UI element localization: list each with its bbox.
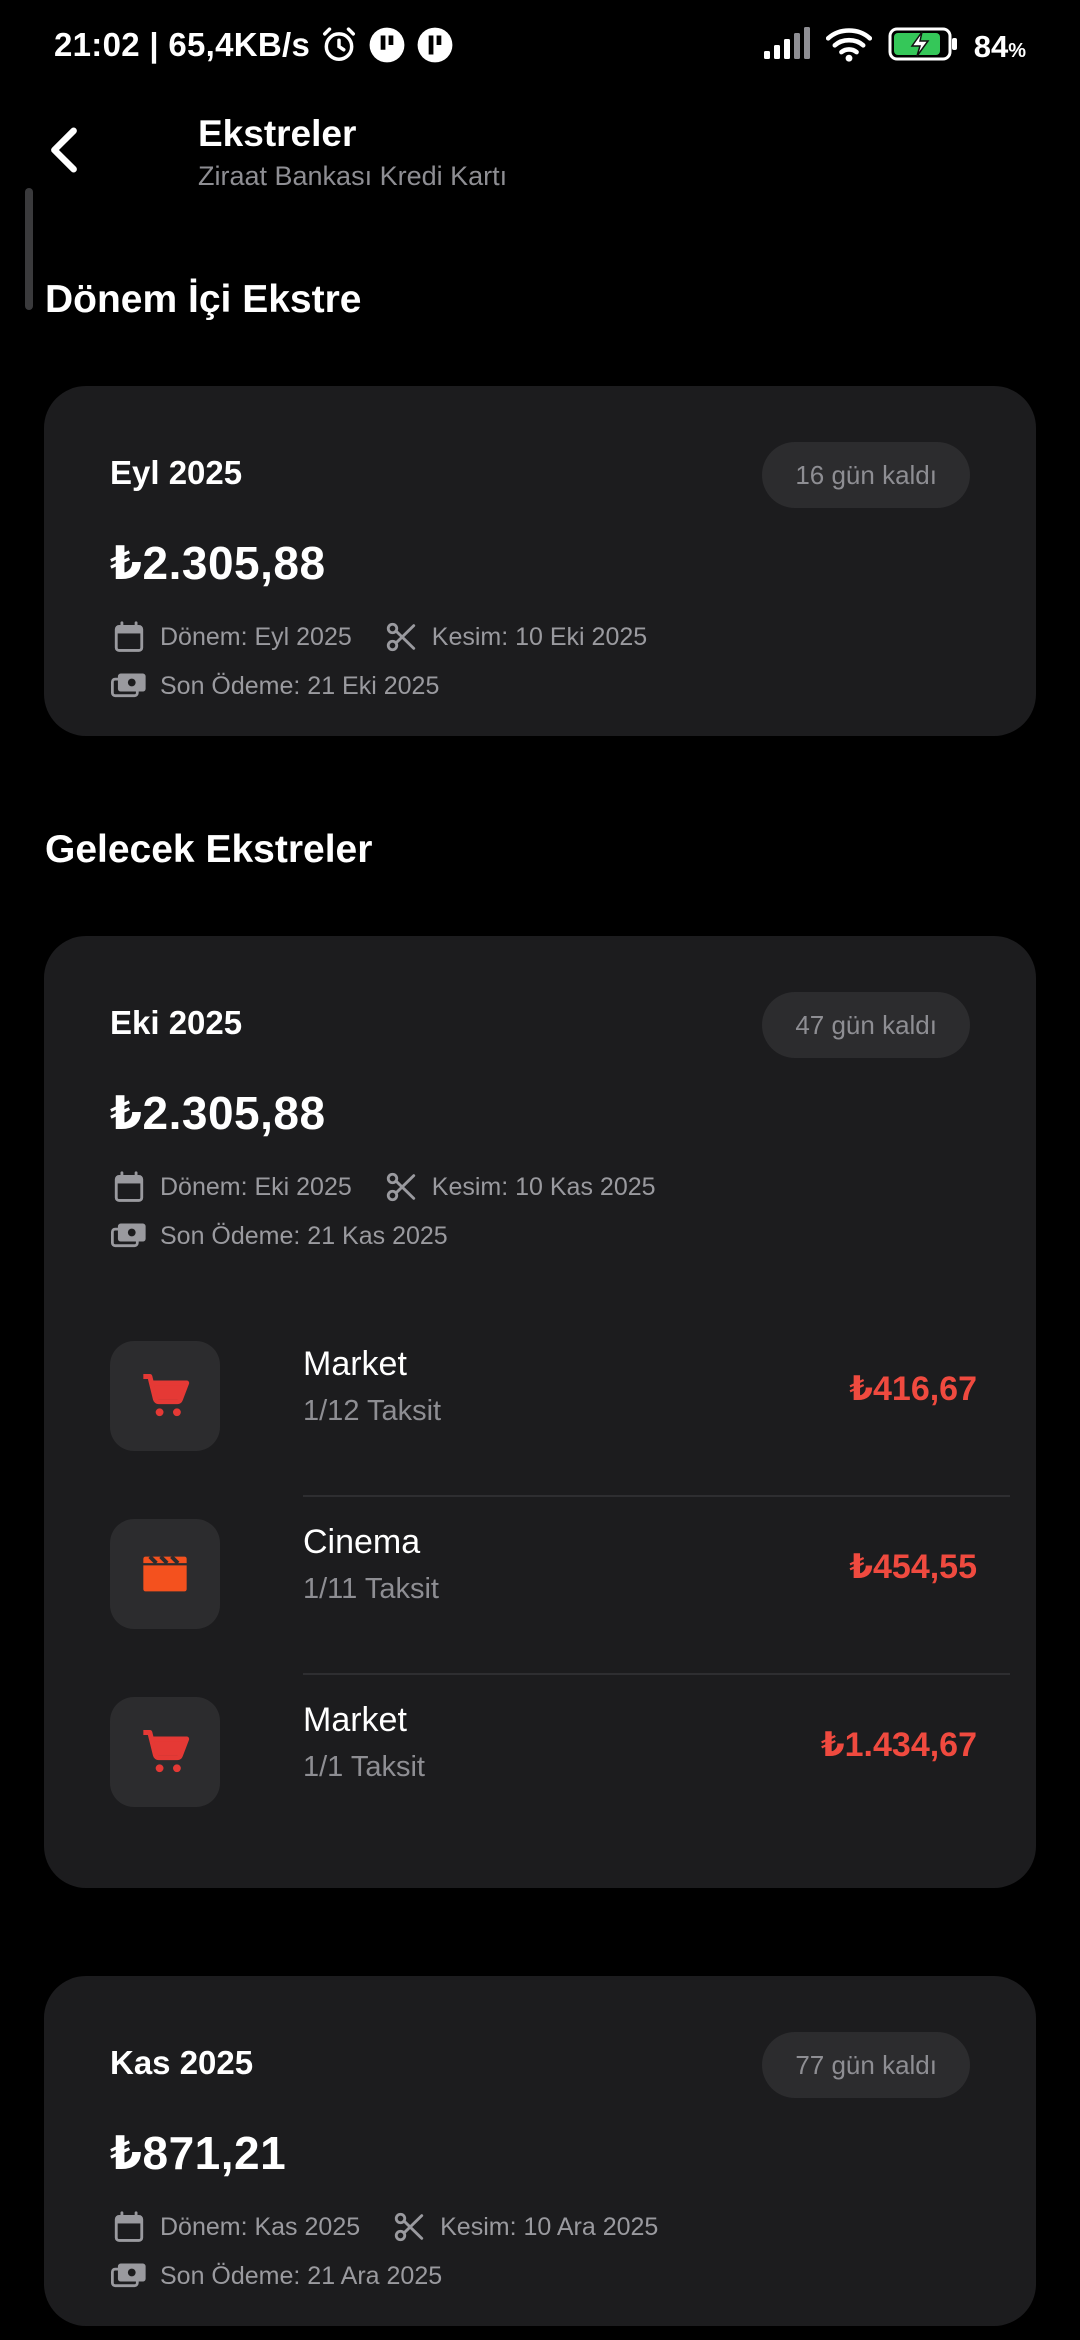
transaction-amount: ₺454,55 — [849, 1548, 977, 1586]
battery-level: 84% — [973, 28, 1026, 64]
cart-icon — [110, 1341, 220, 1451]
transaction-name: Cinema — [303, 1523, 421, 1561]
status-bar: 21:02 | 65,4KB/s 84% — [0, 0, 1080, 96]
scissors-icon — [390, 2208, 428, 2246]
app-notification-icon-2 — [416, 26, 454, 64]
statement-period-label: Dönem: Eyl 2025 — [160, 622, 352, 651]
current-statement-card[interactable]: Eyl 2025 16 gün kaldı ₺2.305,88 Dönem: E… — [44, 386, 1036, 736]
statement-cutoff-label: Kesim: 10 Kas 2025 — [431, 1172, 656, 1201]
signal-icon — [762, 27, 810, 66]
header: Ekstreler Ziraat Bankası Kredi Kartı — [198, 112, 507, 194]
statement-period: Eki 2025 — [110, 1004, 243, 1041]
wifi-icon — [825, 26, 872, 67]
status-time-speed: 21:02 | 65,4KB/s — [54, 26, 311, 63]
statement-period-label: Dönem: Kas 2025 — [160, 2212, 361, 2241]
days-left-badge: 77 gün kaldı — [762, 2032, 970, 2098]
calendar-icon — [110, 2208, 148, 2246]
statement-amount: ₺871,21 — [110, 2127, 287, 2179]
transaction-installment: 1/12 Taksit — [303, 1395, 442, 1427]
payment-icon — [110, 2257, 148, 2295]
payment-icon — [110, 1217, 148, 1255]
transaction-name: Market — [303, 1701, 407, 1739]
statement-period: Kas 2025 — [110, 2044, 254, 2081]
statement-due-label: Son Ödeme: 21 Kas 2025 — [160, 1221, 448, 1250]
transaction-row[interactable]: Cinema 1/11 Taksit ₺454,55 — [110, 1497, 1010, 1675]
transaction-row[interactable]: Market 1/1 Taksit ₺1.434,67 — [110, 1675, 1010, 1853]
statement-period-label: Dönem: Eki 2025 — [160, 1172, 352, 1201]
calendar-icon — [110, 1168, 148, 1206]
statement-amount: ₺2.305,88 — [110, 1087, 326, 1139]
statement-due-row: Son Ödeme: 21 Kas 2025 — [110, 1217, 448, 1255]
scissors-icon — [382, 1168, 420, 1206]
transaction-installment: 1/11 Taksit — [303, 1573, 439, 1605]
statement-due-row: Son Ödeme: 21 Eki 2025 — [110, 667, 439, 705]
page-title: Ekstreler — [198, 113, 357, 154]
page-subtitle: Ziraat Bankası Kredi Kartı — [198, 161, 508, 191]
statement-cutoff-label: Kesim: 10 Eki 2025 — [431, 622, 648, 651]
future-statements-section-title: Gelecek Ekstreler — [45, 828, 373, 871]
cart-icon — [110, 1697, 220, 1807]
transaction-name: Market — [303, 1345, 407, 1383]
back-button[interactable] — [36, 122, 92, 178]
back-arrow-icon — [51, 127, 77, 173]
movie-icon — [110, 1519, 220, 1629]
alarm-icon — [320, 26, 358, 64]
transaction-installment: 1/1 Taksit — [303, 1751, 425, 1783]
battery-charging-icon — [888, 27, 958, 66]
transaction-row[interactable]: Market 1/12 Taksit ₺416,67 — [110, 1319, 1010, 1497]
transaction-amount: ₺416,67 — [849, 1370, 977, 1408]
statement-period-cutoff-row: Dönem: Kas 2025 Kesim: 10 Ara 2025 — [110, 2208, 658, 2246]
statement-period-cutoff-row: Dönem: Eyl 2025 Kesim: 10 Eki 2025 — [110, 618, 647, 656]
calendar-icon — [110, 618, 148, 656]
statement-cutoff-label: Kesim: 10 Ara 2025 — [440, 2212, 659, 2241]
future-statement-card[interactable]: Kas 2025 77 gün kaldı ₺871,21 Dönem: Kas… — [44, 1976, 1036, 2326]
statements-screen: 21:02 | 65,4KB/s 84% Ekstreler Ziraat Ba… — [0, 0, 1080, 2340]
statement-due-label: Son Ödeme: 21 Eki 2025 — [160, 671, 440, 700]
app-notification-icon — [368, 26, 406, 64]
statement-period-cutoff-row: Dönem: Eki 2025 Kesim: 10 Kas 2025 — [110, 1168, 656, 1206]
statement-period: Eyl 2025 — [110, 454, 243, 491]
statement-amount: ₺2.305,88 — [110, 537, 326, 589]
statement-due-row: Son Ödeme: 21 Ara 2025 — [110, 2257, 442, 2295]
scissors-icon — [382, 618, 420, 656]
days-left-badge: 47 gün kaldı — [762, 992, 970, 1058]
transaction-amount: ₺1.434,67 — [820, 1726, 977, 1764]
current-statement-section-title: Dönem İçi Ekstre — [45, 278, 362, 321]
statement-due-label: Son Ödeme: 21 Ara 2025 — [160, 2261, 443, 2290]
payment-icon — [110, 667, 148, 705]
days-left-badge: 16 gün kaldı — [762, 442, 970, 508]
scrollbar[interactable] — [25, 188, 33, 310]
future-statement-card[interactable]: Eki 2025 47 gün kaldı ₺2.305,88 Dönem: E… — [44, 936, 1036, 1888]
